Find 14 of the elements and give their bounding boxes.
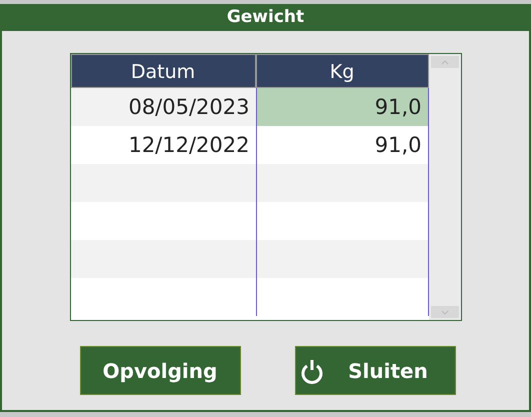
scroll-down-button[interactable] [430, 306, 458, 318]
table-cell[interactable]: 91,0 [256, 126, 428, 164]
follow-up-button[interactable]: Opvolging [80, 346, 240, 395]
scroll-up-button[interactable] [430, 56, 458, 68]
table-cell[interactable]: 91,0 [256, 88, 428, 126]
table-cell: 08/05/2023 [70, 88, 256, 126]
scrollbar[interactable] [428, 54, 460, 320]
close-button[interactable]: Sluiten [294, 346, 456, 395]
chevron-down-icon [440, 310, 448, 314]
column-header[interactable]: Kg [256, 54, 428, 88]
window-title: Gewicht [226, 6, 306, 29]
column-header[interactable]: Datum [70, 54, 256, 88]
power-icon [300, 358, 324, 384]
chevron-up-icon [440, 60, 448, 64]
